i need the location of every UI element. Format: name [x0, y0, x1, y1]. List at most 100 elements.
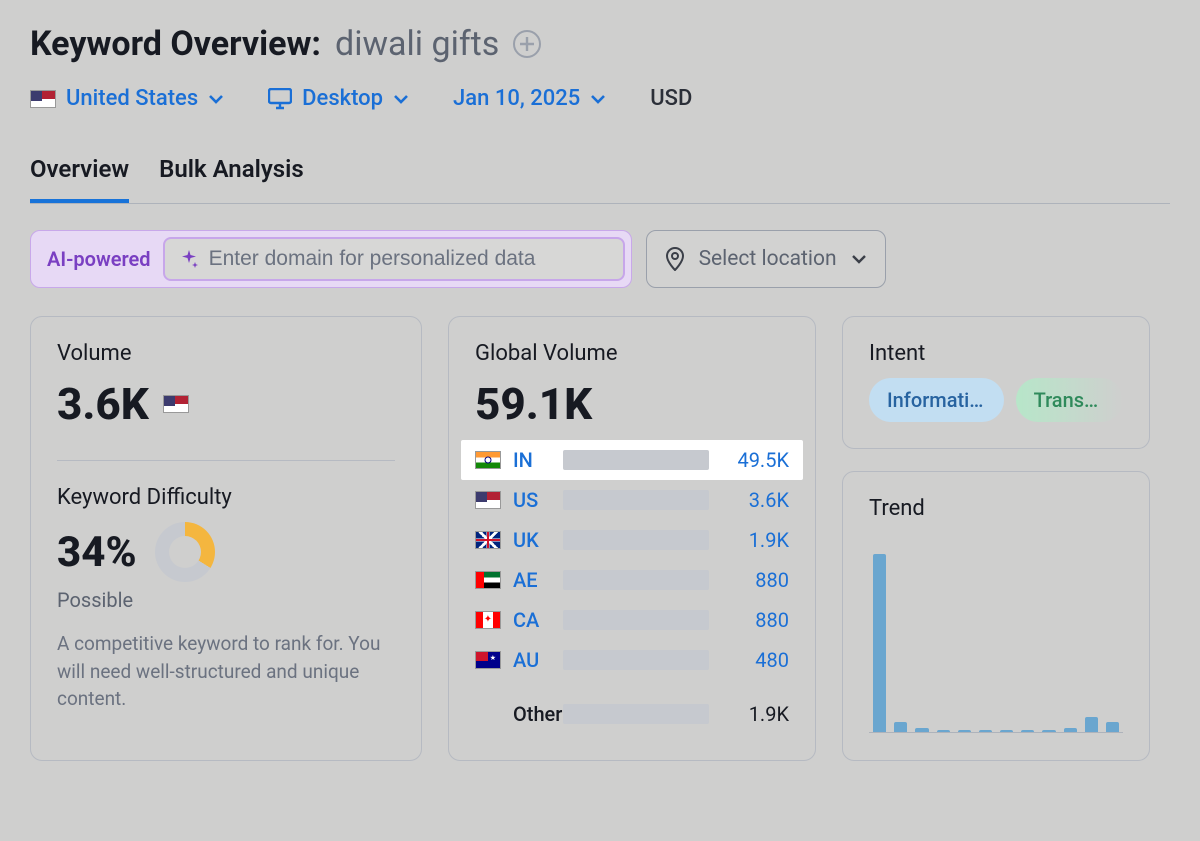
trend-bar: [979, 730, 992, 732]
volume-bar: [563, 450, 709, 470]
intent-card: Intent Informati... Transac: [842, 316, 1150, 449]
chevron-down-icon: [208, 91, 224, 107]
blank-flag-icon: [475, 705, 501, 723]
sparkle-icon: [179, 249, 199, 269]
volume-bar: [563, 704, 709, 724]
trend-bar: [1000, 730, 1013, 732]
controls-row: AI-powered Select location: [30, 230, 1170, 288]
trend-bar: [1064, 728, 1077, 732]
country-code: US: [513, 488, 553, 512]
ai-powered-label: AI-powered: [47, 247, 151, 271]
country-row[interactable]: UK 1.9K: [475, 520, 789, 560]
volume-value-row: 3.6K: [57, 378, 395, 430]
chevron-down-icon: [590, 91, 606, 107]
kd-value: 34%: [57, 528, 137, 577]
add-keyword-button[interactable]: [513, 30, 541, 58]
cards-row: Volume 3.6K Keyword Difficulty 34% Possi…: [30, 316, 1170, 761]
domain-input-wrap[interactable]: [163, 237, 625, 281]
domain-input[interactable]: [209, 247, 609, 271]
volume-bar: [563, 490, 709, 510]
trend-bar: [937, 730, 950, 732]
select-location-button[interactable]: Select location: [646, 230, 886, 288]
au-flag-icon: [475, 651, 501, 669]
country-row[interactable]: IN 49.5K: [461, 440, 803, 480]
kd-value-row: 34%: [57, 522, 395, 582]
country-value: 3.6K: [719, 488, 789, 512]
device-filter-label: Desktop: [302, 86, 383, 111]
device-filter[interactable]: Desktop: [268, 86, 409, 111]
trend-bar: [894, 722, 907, 733]
country-value: 480: [719, 648, 789, 672]
country-filter[interactable]: United States: [30, 86, 224, 111]
uk-flag-icon: [475, 531, 501, 549]
country-filter-label: United States: [66, 86, 198, 111]
country-code: Other: [513, 702, 553, 726]
country-row[interactable]: ✦CA880: [475, 600, 789, 640]
date-filter[interactable]: Jan 10, 2025: [453, 86, 606, 111]
trend-bar: [1042, 730, 1055, 732]
country-value: 880: [719, 568, 789, 592]
country-row[interactable]: AU 480: [475, 640, 789, 680]
trend-bar: [873, 554, 886, 733]
global-volume-title: Global Volume: [475, 341, 789, 366]
volume-bar: [563, 570, 709, 590]
ae-flag-icon: [475, 571, 501, 589]
kd-title: Keyword Difficulty: [57, 485, 395, 510]
location-pin-icon: [665, 247, 685, 271]
page-title-keyword: diwali gifts: [335, 24, 499, 64]
ca-flag-icon: ✦: [475, 611, 501, 629]
country-value: 1.9K: [719, 528, 789, 552]
country-row[interactable]: US 3.6K: [475, 480, 789, 520]
divider: [57, 460, 395, 461]
country-code: IN: [513, 448, 553, 472]
trend-bar: [1085, 717, 1098, 732]
us-flag-icon: [163, 395, 189, 413]
trend-bar: [915, 728, 928, 732]
intent-title: Intent: [869, 341, 1123, 366]
volume-title: Volume: [57, 341, 395, 366]
country-value: 1.9K: [719, 702, 789, 726]
country-value: 880: [719, 608, 789, 632]
filter-bar: United States Desktop Jan 10, 2025 USD: [30, 86, 1170, 111]
tab-overview[interactable]: Overview: [30, 155, 129, 203]
intent-chips: Informati... Transac: [869, 378, 1123, 422]
date-filter-label: Jan 10, 2025: [453, 86, 580, 111]
desktop-icon: [268, 88, 292, 110]
us-flag-icon: [475, 491, 501, 509]
trend-title: Trend: [869, 496, 1123, 521]
country-row: Other 1.9K: [475, 694, 789, 734]
global-volume-value: 59.1K: [475, 378, 789, 430]
page-title-label: Keyword Overview:: [30, 24, 321, 64]
trend-bar: [1021, 730, 1034, 732]
chevron-down-icon: [393, 91, 409, 107]
in-flag-icon: [475, 451, 501, 469]
trend-card: Trend: [842, 471, 1150, 761]
country-list: IN49.5KUS3.6KUK1.9KAE880✦CA880AU480Other…: [475, 440, 789, 734]
country-code: AE: [513, 568, 553, 592]
plus-icon: [520, 37, 534, 51]
country-row[interactable]: AE 880: [475, 560, 789, 600]
select-location-label: Select location: [699, 247, 837, 271]
tab-bar: Overview Bulk Analysis: [30, 155, 1170, 204]
kd-donut-icon: [155, 522, 215, 582]
volume-bar: [563, 530, 709, 550]
currency-label: USD: [650, 86, 692, 111]
page-title-row: Keyword Overview: diwali gifts: [30, 24, 1170, 64]
kd-description: A competitive keyword to rank for. You w…: [57, 630, 395, 713]
trend-bar: [958, 730, 971, 732]
chevron-down-icon: [851, 251, 867, 267]
country-value: 49.5K: [719, 448, 789, 472]
trend-chart: [869, 533, 1123, 733]
country-code: UK: [513, 528, 553, 552]
intent-chip-transactional[interactable]: Transac: [1016, 378, 1123, 422]
intent-chip-informational[interactable]: Informati...: [869, 378, 1004, 422]
us-flag-icon: [30, 90, 56, 108]
tab-bulk-analysis[interactable]: Bulk Analysis: [159, 155, 304, 203]
country-code: AU: [513, 648, 553, 672]
volume-value: 3.6K: [57, 378, 149, 430]
kd-level: Possible: [57, 588, 395, 612]
volume-card: Volume 3.6K Keyword Difficulty 34% Possi…: [30, 316, 422, 761]
trend-bar: [1106, 722, 1119, 733]
volume-bar: [563, 610, 709, 630]
volume-bar: [563, 650, 709, 670]
